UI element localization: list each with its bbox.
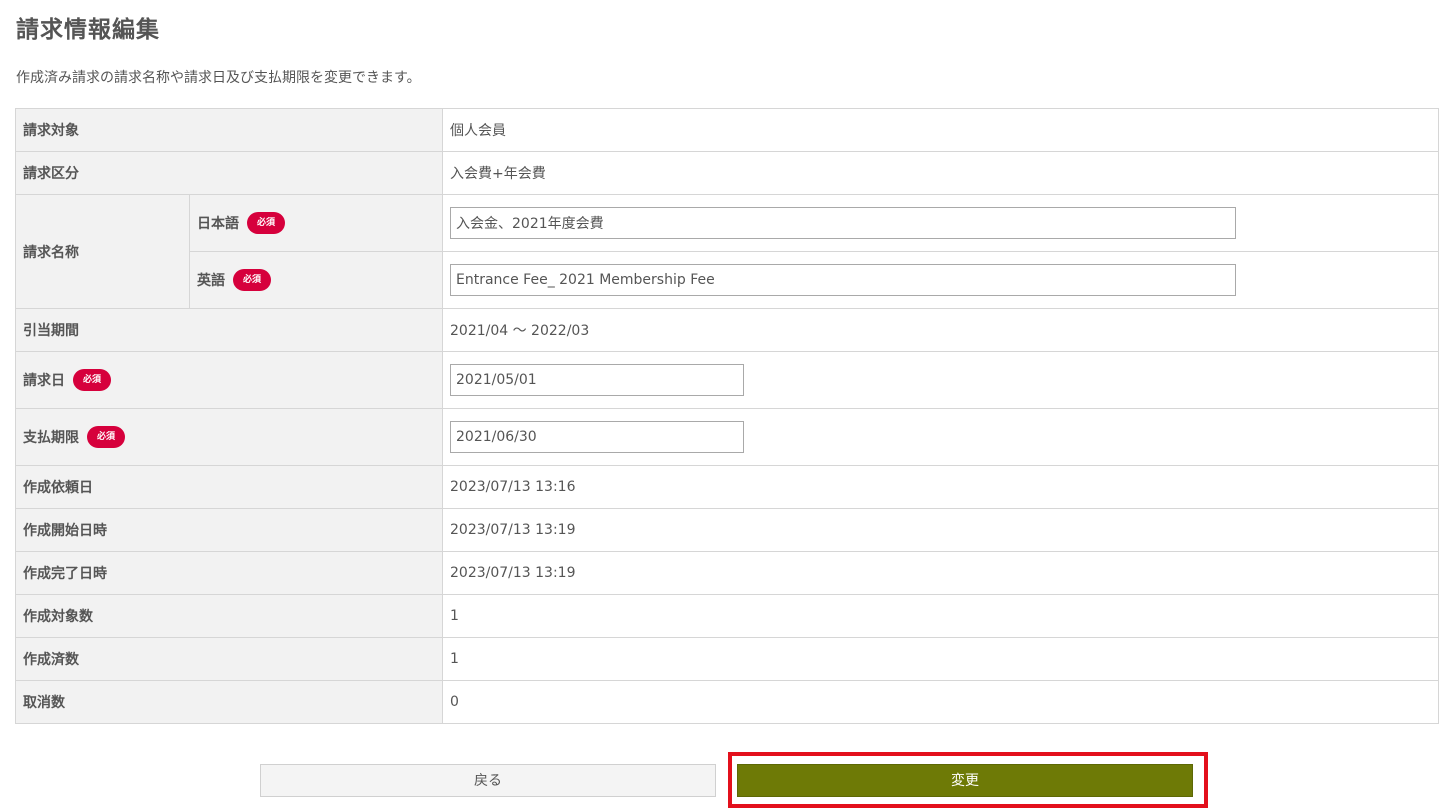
billing-date-input[interactable] <box>450 364 744 396</box>
japanese-name-input[interactable] <box>450 207 1236 239</box>
row-label-requested-at: 作成依頼日 <box>15 465 443 509</box>
row-label-billing-target: 請求対象 <box>15 108 443 152</box>
submit-change-button[interactable]: 変更 <box>737 764 1193 797</box>
required-badge: 必須 <box>247 212 285 234</box>
billing-date-label-text: 請求日 <box>23 373 65 389</box>
due-date-cell <box>442 408 1439 466</box>
row-label-target-count: 作成対象数 <box>15 594 443 638</box>
table-row: 作成開始日時 2023/07/13 13:19 <box>15 508 1439 552</box>
table-row: 作成完了日時 2023/07/13 13:19 <box>15 551 1439 595</box>
table-row: 請求区分 入会費+年会費 <box>15 151 1439 195</box>
table-row: 請求日 必須 <box>15 351 1439 409</box>
table-row: 請求対象 個人会員 <box>15 108 1439 152</box>
english-name-cell <box>442 251 1439 309</box>
due-date-label-text: 支払期限 <box>23 430 79 446</box>
row-label-created-count: 作成済数 <box>15 637 443 681</box>
table-row: 英語 必須 <box>16 251 1439 309</box>
row-label-billing-name: 請求名称 <box>15 194 190 309</box>
row-value-billing-category: 入会費+年会費 <box>442 151 1439 195</box>
japanese-label-text: 日本語 <box>197 216 239 232</box>
required-badge: 必須 <box>87 426 125 448</box>
row-label-allocation-period: 引当期間 <box>15 308 443 352</box>
page-title: 請求情報編集 <box>16 17 160 43</box>
row-value-requested-at: 2023/07/13 13:16 <box>442 465 1439 509</box>
row-value-target-count: 1 <box>442 594 1439 638</box>
row-value-allocation-period: 2021/04 ～ 2022/03 <box>442 308 1439 352</box>
required-badge: 必須 <box>233 269 271 291</box>
table-row: 取消数 0 <box>15 680 1439 724</box>
row-value-billing-target: 個人会員 <box>442 108 1439 152</box>
row-value-created-count: 1 <box>442 637 1439 681</box>
sub-label-english: 英語 必須 <box>189 251 443 309</box>
billing-date-cell <box>442 351 1439 409</box>
row-value-cancelled-count: 0 <box>442 680 1439 724</box>
row-label-billing-date: 請求日 必須 <box>15 351 443 409</box>
billing-info-table: 請求対象 個人会員 請求区分 入会費+年会費 請求名称 日本語 必須 入会金、2… <box>15 108 1439 724</box>
row-label-billing-category: 請求区分 <box>15 151 443 195</box>
row-label-started-at: 作成開始日時 <box>15 508 443 552</box>
billing-edit-page: 請求情報編集 作成済み請求の請求名称や請求日及び支払期限を変更できます。 請求対… <box>0 0 1456 812</box>
table-row: 作成対象数 1 <box>15 594 1439 638</box>
table-row: 作成済数 1 <box>15 637 1439 681</box>
sub-label-japanese: 日本語 必須 <box>189 194 443 252</box>
row-value-started-at: 2023/07/13 13:19 <box>442 508 1439 552</box>
due-date-input[interactable] <box>450 421 744 453</box>
back-button[interactable]: 戻る <box>260 764 716 797</box>
row-label-cancelled-count: 取消数 <box>15 680 443 724</box>
table-row: 請求名称 日本語 必須 <box>15 194 1439 309</box>
table-row: 引当期間 2021/04 ～ 2022/03 <box>15 308 1439 352</box>
table-row: 作成依頼日 2023/07/13 13:16 <box>15 465 1439 509</box>
row-label-due-date: 支払期限 必須 <box>15 408 443 466</box>
english-label-text: 英語 <box>197 273 225 289</box>
japanese-name-cell <box>442 194 1439 252</box>
page-description: 作成済み請求の請求名称や請求日及び支払期限を変更できます。 <box>16 70 421 86</box>
row-value-completed-at: 2023/07/13 13:19 <box>442 551 1439 595</box>
table-row: 支払期限 必須 <box>15 408 1439 466</box>
row-label-completed-at: 作成完了日時 <box>15 551 443 595</box>
english-name-input[interactable] <box>450 264 1236 296</box>
required-badge: 必須 <box>73 369 111 391</box>
